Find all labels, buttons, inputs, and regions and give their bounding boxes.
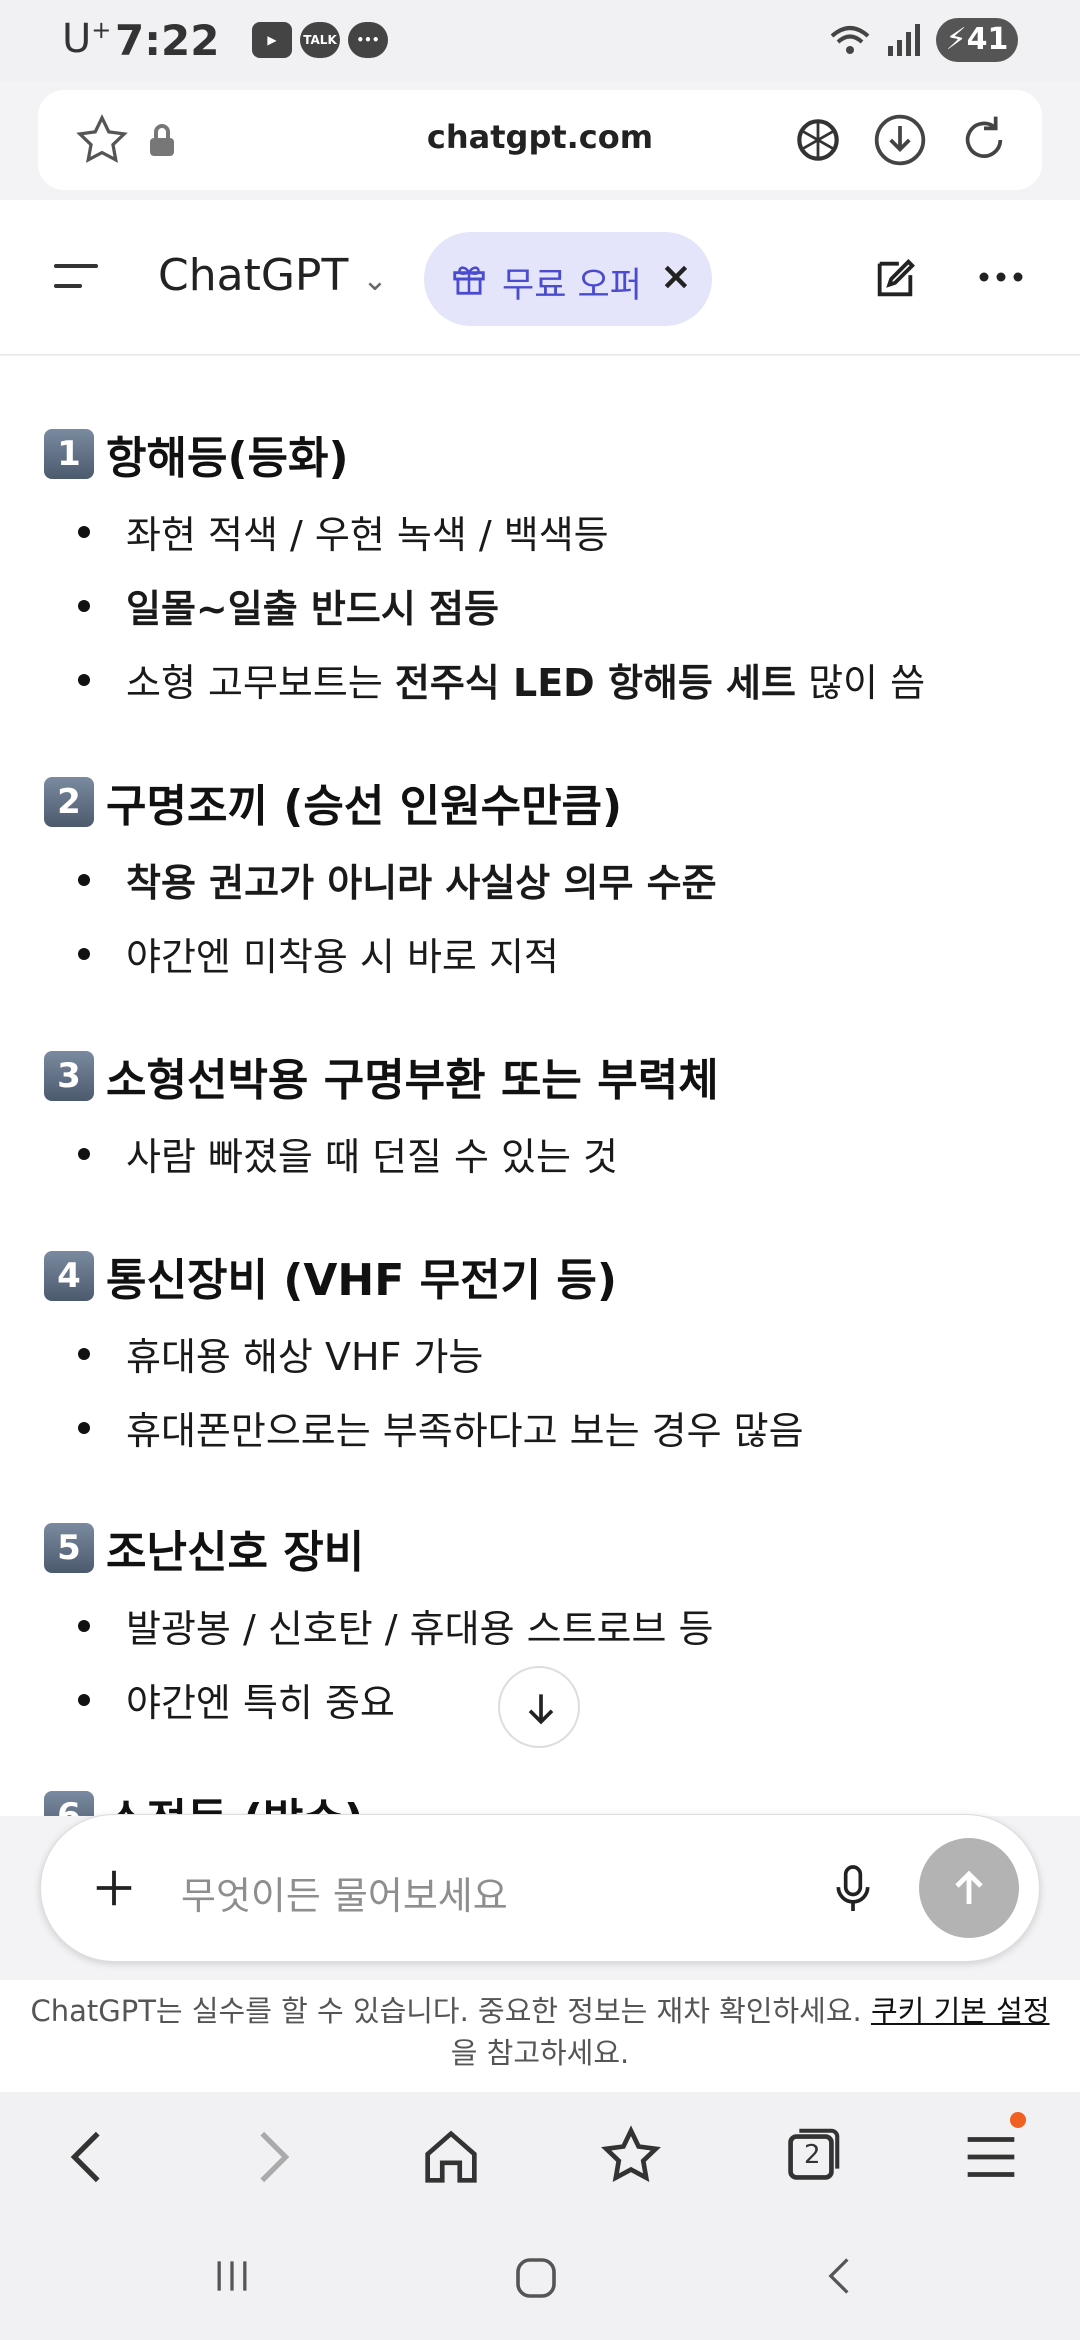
status-bar: U+ 7:22 ▶ TALK ••• ⚡41 — [0, 0, 1080, 82]
menu-icon[interactable] — [956, 2122, 1026, 2192]
section-number-badge: 5 — [44, 1523, 94, 1573]
tabs-button[interactable]: 2 — [776, 2122, 846, 2192]
bullet-item: 발광봉 / 신호탄 / 휴대용 스트로브 등 — [78, 1598, 714, 1653]
bullet-item: 좌현 적색 / 우현 녹색 / 백색등 — [78, 504, 609, 559]
section-title: 조난신호 장비 — [106, 1527, 365, 1578]
section-number-badge: 6 — [44, 1791, 94, 1816]
message-composer[interactable]: 무엇이든 물어보세요 — [40, 1814, 1040, 1962]
browser-toolbar: 2 — [0, 2092, 1080, 2212]
bullet-item: 야간엔 미착용 시 바로 지적 — [78, 926, 559, 981]
offer-close-button[interactable]: × — [660, 254, 692, 298]
home-button-icon[interactable] — [512, 2254, 560, 2302]
notification-dot — [1010, 2112, 1026, 2128]
chevron-down-icon: ⌄ — [362, 263, 388, 298]
sidebar-menu-icon[interactable] — [50, 260, 102, 292]
chat-header: ChatGPT ⌄ 무료 오퍼 × — [0, 200, 1080, 355]
bullet-item: 일몰~일출 반드시 점등 — [78, 578, 499, 633]
bullet-item: 사람 빠졌을 때 던질 수 있는 것 — [78, 1126, 618, 1181]
bullet-item: 휴대폰만으로는 부족하다고 보는 경우 많음 — [78, 1400, 804, 1455]
reload-icon[interactable] — [956, 112, 1012, 168]
section-title: 소전등 (방수) — [106, 1784, 364, 1816]
bookmarks-icon[interactable] — [596, 2122, 666, 2192]
microphone-icon[interactable] — [831, 1863, 875, 1915]
notification-icons: ▶ TALK ••• — [252, 22, 388, 58]
section-title: 항해등(등화) — [106, 433, 349, 484]
bullet-item: 야간엔 특히 중요 — [78, 1672, 395, 1727]
section-title: 통신장비 (VHF 무전기 등) — [106, 1255, 617, 1306]
new-chat-icon[interactable] — [872, 256, 918, 302]
forward-icon[interactable] — [236, 2122, 306, 2192]
openai-icon[interactable] — [790, 112, 846, 168]
signal-icon — [888, 24, 920, 56]
section-number-badge: 1 — [44, 429, 94, 479]
download-icon[interactable] — [872, 112, 928, 168]
free-offer-pill[interactable]: 무료 오퍼 × — [424, 232, 712, 326]
carrier-label: U+ — [62, 16, 112, 62]
more-options-icon[interactable] — [978, 270, 1024, 284]
wifi-icon — [830, 26, 870, 54]
chat-message-area: 1 항해등(등화) 좌현 적색 / 우현 녹색 / 백색등 일몰~일출 반드시 점… — [0, 356, 1080, 1816]
message-icon: ••• — [348, 22, 388, 58]
section-title: 구명조끼 (승선 인원수만큼) — [106, 781, 623, 832]
disclaimer: ChatGPT는 실수를 할 수 있습니다. 중요한 정보는 재차 확인하세요.… — [0, 1980, 1080, 2092]
bullet-item: 소형 고무보트는 전주식 LED 항해등 세트 많이 씀 — [78, 652, 925, 707]
offer-label: 무료 오퍼 — [502, 266, 642, 306]
bullet-item: 착용 권고가 아니라 사실상 의무 수준 — [78, 852, 717, 907]
address-bar[interactable]: chatgpt.com — [38, 90, 1042, 190]
home-icon[interactable] — [416, 2122, 486, 2192]
cookie-settings-link[interactable]: 쿠키 기본 설정 — [871, 1994, 1050, 2028]
section-number-badge: 4 — [44, 1251, 94, 1301]
message-input[interactable]: 무엇이든 물어보세요 — [181, 1865, 508, 1920]
model-selector[interactable]: ChatGPT ⌄ — [158, 250, 387, 301]
scroll-to-bottom-button[interactable] — [498, 1666, 580, 1748]
section-number-badge: 3 — [44, 1051, 94, 1101]
back-icon[interactable] — [54, 2122, 124, 2192]
arrow-up-icon — [955, 1870, 983, 1904]
section-title: 소형선박용 구명부환 또는 부력체 — [106, 1055, 719, 1106]
plus-icon[interactable] — [91, 1865, 137, 1911]
gift-icon — [453, 266, 485, 295]
bullet-item: 휴대용 해상 VHF 가능 — [78, 1326, 483, 1381]
section-number-badge: 2 — [44, 777, 94, 827]
clock: 7:22 — [115, 16, 220, 65]
system-back-icon[interactable] — [818, 2254, 862, 2298]
arrow-down-icon — [528, 1694, 554, 1725]
system-navigation-bar — [0, 2212, 1080, 2340]
kakaotalk-icon: TALK — [300, 22, 340, 58]
battery-indicator: ⚡41 — [936, 18, 1018, 62]
tab-count: 2 — [804, 2140, 821, 2170]
send-button[interactable] — [919, 1838, 1019, 1938]
recent-apps-icon[interactable] — [210, 2254, 254, 2298]
youtube-icon: ▶ — [252, 22, 292, 58]
